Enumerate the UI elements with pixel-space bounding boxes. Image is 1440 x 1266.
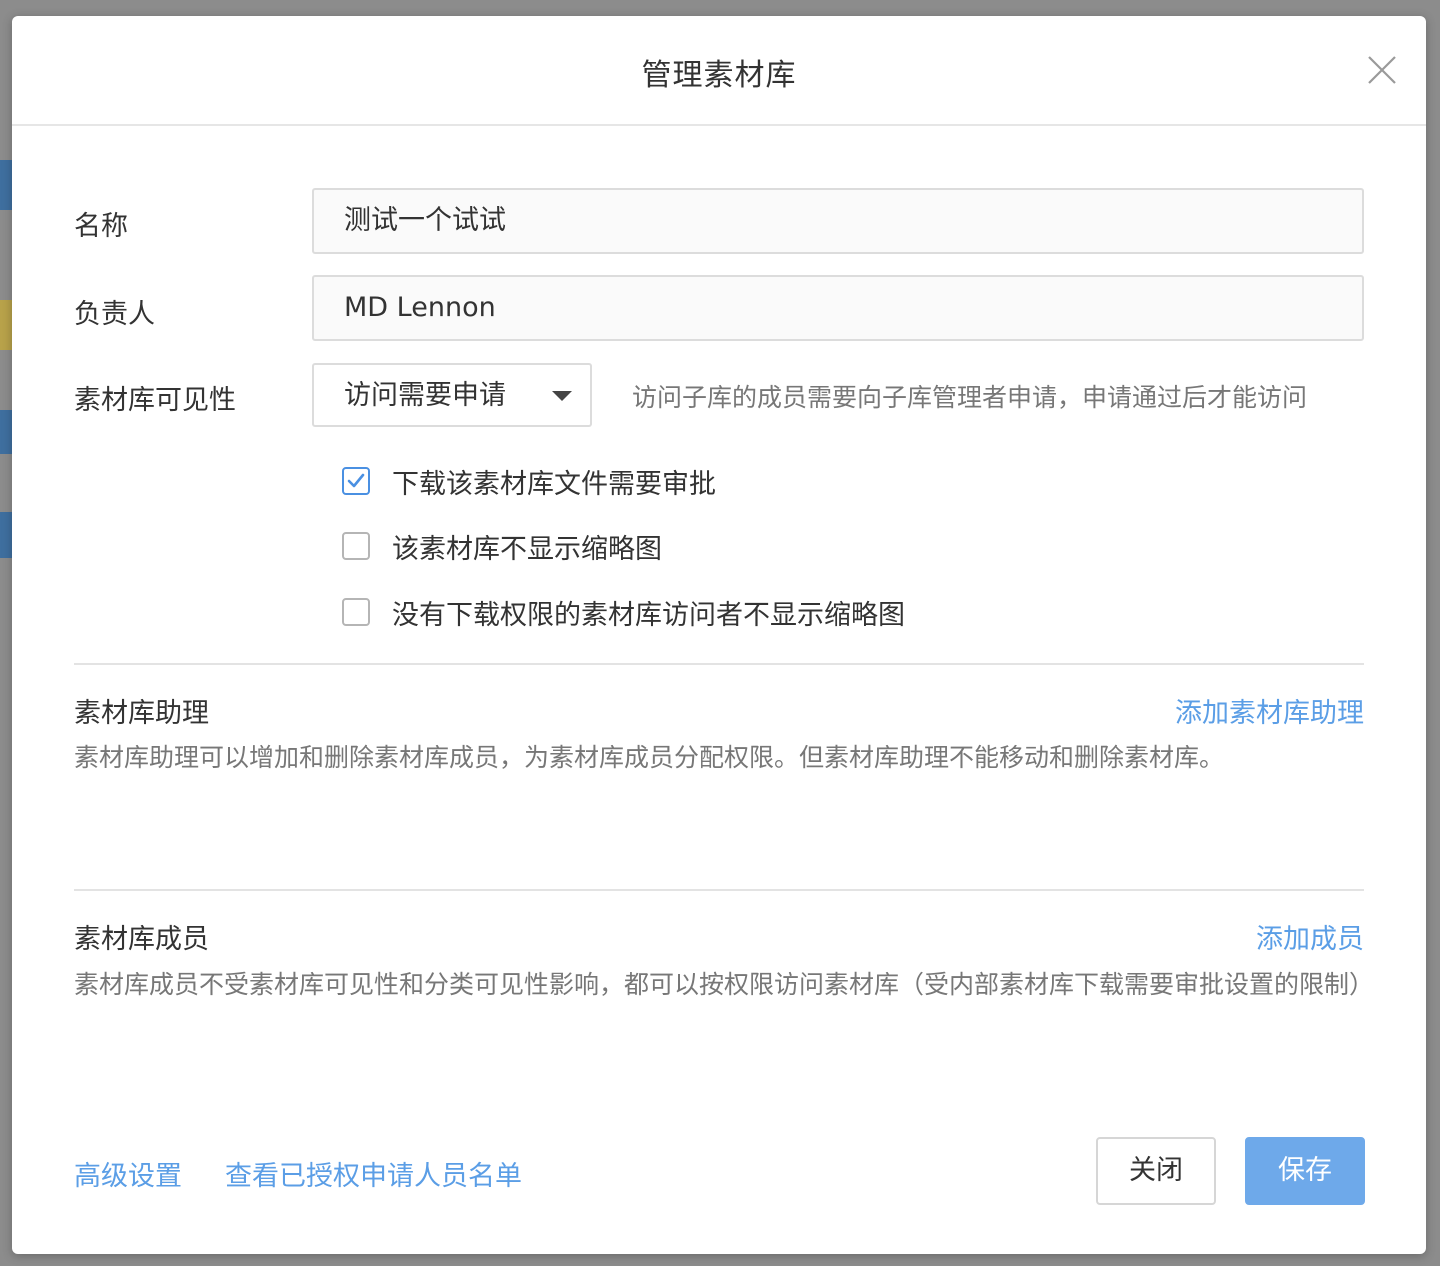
add-assistant-link[interactable]: 添加素材库助理 [1175, 691, 1364, 730]
background-content [0, 160, 12, 210]
option-hide-thumbnails-no-permission[interactable]: 没有下载权限的素材库访问者不显示缩略图 [342, 595, 905, 631]
manage-library-dialog: 管理素材库 名称 测试一个试试 负责人 MD Lennon 素材库可见性 访问需… [12, 16, 1426, 1254]
owner-label: 负责人 [74, 299, 155, 330]
checkbox-unchecked[interactable] [342, 532, 370, 560]
save-button[interactable]: 保存 [1245, 1137, 1365, 1205]
assistants-description: 素材库助理可以增加和删除素材库成员，为素材库成员分配权限。但素材库助理不能移动和… [74, 743, 1225, 772]
visibility-selected-value: 访问需要申请 [344, 380, 506, 411]
visibility-select[interactable]: 访问需要申请 [312, 363, 592, 427]
option-label: 没有下载权限的素材库访问者不显示缩略图 [392, 599, 905, 631]
option-label: 下载该素材库文件需要审批 [392, 468, 716, 500]
section-divider [74, 663, 1364, 665]
checkbox-unchecked[interactable] [342, 598, 370, 626]
name-label: 名称 [74, 211, 128, 242]
close-icon[interactable] [1366, 54, 1398, 86]
view-authorized-applicants-link[interactable]: 查看已授权申请人员名单 [225, 1154, 522, 1193]
background-content [0, 300, 12, 350]
add-member-link[interactable]: 添加成员 [1256, 917, 1364, 956]
advanced-settings-link[interactable]: 高级设置 [74, 1154, 182, 1193]
members-description: 素材库成员不受素材库可见性和分类可见性影响，都可以按权限访问素材库（受内部素材库… [74, 970, 1375, 999]
option-hide-thumbnails[interactable]: 该素材库不显示缩略图 [342, 529, 662, 565]
caret-down-icon [552, 391, 572, 401]
checkmark-icon [347, 473, 365, 488]
background-content [0, 410, 12, 454]
checkbox-checked[interactable] [342, 467, 370, 495]
dialog-header: 管理素材库 [12, 16, 1426, 126]
assistants-section-title: 素材库助理 [74, 698, 209, 729]
section-divider [74, 889, 1364, 891]
option-label: 该素材库不显示缩略图 [392, 533, 662, 565]
visibility-hint: 访问子库的成员需要向子库管理者申请，申请通过后才能访问 [632, 383, 1308, 412]
owner-input[interactable]: MD Lennon [312, 275, 1364, 341]
visibility-label: 素材库可见性 [74, 385, 236, 416]
close-button[interactable]: 关闭 [1096, 1137, 1216, 1205]
background-content [0, 512, 12, 558]
name-input[interactable]: 测试一个试试 [312, 188, 1364, 254]
option-download-approval[interactable]: 下载该素材库文件需要审批 [342, 464, 716, 500]
members-section-title: 素材库成员 [74, 924, 209, 955]
dialog-title: 管理素材库 [641, 58, 797, 93]
